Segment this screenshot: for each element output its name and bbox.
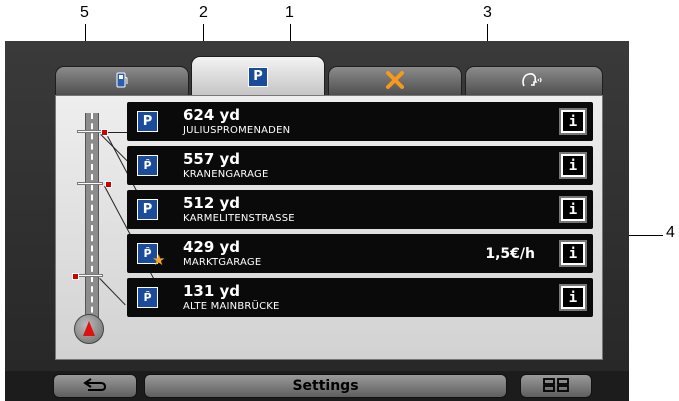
parking-icon: P [137, 111, 158, 132]
info-button[interactable]: i [559, 108, 587, 135]
parking-symbol: P [138, 200, 157, 219]
info-button[interactable]: i [559, 196, 587, 223]
fuel-pump-icon [116, 72, 128, 92]
poi-distance: 624 yd [183, 106, 241, 124]
poi-distance: 131 yd [183, 282, 241, 300]
speaking-head-icon [521, 72, 547, 92]
tab-restaurant[interactable] [328, 66, 462, 96]
parking-symbol: P̂ [138, 288, 157, 307]
parking-symbol: P [138, 112, 157, 131]
parking-tab-label: P [249, 67, 267, 86]
tab-fuel[interactable] [55, 66, 189, 96]
route-connector [108, 132, 128, 133]
settings-button[interactable]: Settings [144, 374, 507, 398]
category-tabs: P [55, 56, 603, 96]
parking-icon: P [248, 66, 268, 87]
poi-name: KARMELITENSTRASSE [183, 213, 295, 224]
callout-3: 3 [483, 4, 492, 21]
favorite-star-icon: ★ [152, 251, 166, 269]
list-item[interactable]: P 624 yd JULIUSPROMENADEN i [127, 102, 593, 141]
grid-menu-icon [543, 377, 569, 396]
poi-distance: 557 yd [183, 150, 241, 168]
settings-label: Settings [292, 378, 359, 394]
route-marker [77, 182, 103, 185]
poi-distance: 512 yd [183, 194, 241, 212]
tab-voice[interactable] [465, 66, 603, 96]
info-button[interactable]: i [559, 284, 587, 311]
route-marker [77, 274, 103, 277]
route-poi-dot [105, 181, 112, 188]
info-icon: i [563, 156, 583, 175]
info-icon: i [563, 288, 583, 307]
callout-1: 1 [285, 4, 294, 21]
list-item[interactable]: P̂ 131 yd ALTE MAINBRÜCKE i [127, 278, 593, 317]
info-icon: i [563, 200, 583, 219]
bottom-toolbar: Settings [5, 371, 629, 401]
tab-parking[interactable]: P [191, 56, 325, 96]
cutlery-icon [385, 70, 405, 94]
route-marker [77, 130, 103, 133]
info-button[interactable]: i [559, 240, 587, 267]
list-item[interactable]: P̂ 557 yd KRANENGARAGE i [127, 146, 593, 185]
poi-name: ALTE MAINBRÜCKE [183, 301, 280, 312]
parking-icon: P [137, 199, 158, 220]
route-connector [99, 278, 126, 306]
back-button[interactable] [53, 374, 137, 398]
poi-price: 1,5€/h [485, 246, 535, 262]
poi-name: MARKTGARAGE [183, 257, 262, 268]
parking-symbol: P̂ [138, 156, 157, 175]
route-road-graphic [85, 113, 99, 333]
current-position-arrow-icon [74, 314, 104, 344]
poi-name: JULIUSPROMENADEN [183, 125, 291, 136]
callout-4: 4 [666, 224, 675, 241]
callout-5: 5 [80, 4, 89, 21]
poi-name: KRANENGARAGE [183, 169, 269, 180]
poi-list-panel: P 624 yd JULIUSPROMENADEN i P̂ 557 yd KR… [55, 95, 603, 360]
device-screen: P P 624 yd JULIUSPROMENADEN i P̂ 557 yd … [5, 41, 629, 401]
info-icon: i [563, 244, 583, 263]
info-button[interactable]: i [559, 152, 587, 179]
list-item[interactable]: P̂ ★ 429 yd MARKTGARAGE 1,5€/h i [127, 234, 593, 273]
back-arrow-icon [82, 377, 108, 396]
menu-button[interactable] [520, 374, 592, 398]
parking-garage-icon: P̂ [137, 155, 158, 176]
poi-distance: 429 yd [183, 238, 241, 256]
parking-garage-icon: P̂ [137, 287, 158, 308]
route-poi-dot [72, 273, 79, 280]
info-icon: i [563, 112, 583, 131]
callout-2: 2 [199, 4, 208, 21]
list-item[interactable]: P 512 yd KARMELITENSTRASSE i [127, 190, 593, 229]
